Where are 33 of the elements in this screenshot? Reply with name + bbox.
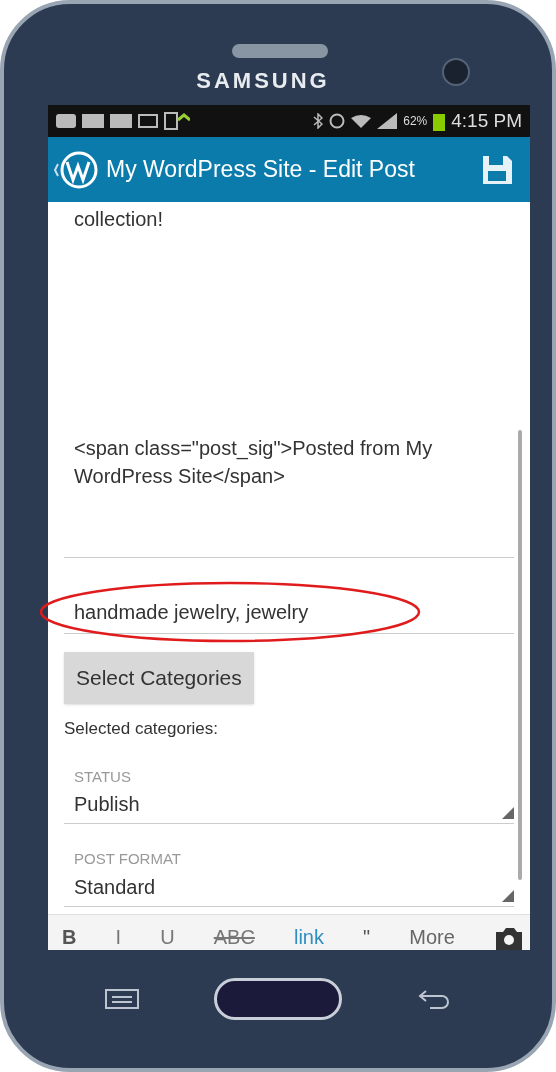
wordpress-logo-icon[interactable] <box>54 149 98 190</box>
format-button[interactable]: I <box>115 924 122 950</box>
signal-icon <box>377 113 398 129</box>
format-button[interactable]: " <box>363 924 371 950</box>
format-button[interactable]: U <box>160 924 175 950</box>
brand-logo: SAMSUNG <box>196 67 330 95</box>
post-body-text: <span class="post_sig">Posted from My WordPress Site</span> <box>73 436 434 489</box>
status-time: 4:15 PM <box>451 108 522 133</box>
app-bar-title: My WordPress Site - Edit Post <box>106 155 416 185</box>
select-dropdown[interactable]: Publish <box>64 788 514 824</box>
post-body-text: collection! <box>73 207 164 232</box>
camera-icon[interactable] <box>493 926 524 950</box>
dropdown-corner-icon <box>502 889 514 902</box>
battery-icon <box>433 111 446 131</box>
camera-lens <box>442 58 470 86</box>
select-label: POST FORMAT <box>74 849 182 869</box>
bluetooth-icon <box>313 113 324 129</box>
format-button[interactable]: B <box>62 924 77 950</box>
battery-percent: 62% <box>403 113 428 130</box>
format-button[interactable]: More <box>409 924 455 950</box>
select-label: STATUS <box>74 766 132 787</box>
selected-categories-label: Selected categories: <box>64 718 220 740</box>
select-dropdown[interactable]: Standard <box>64 870 514 907</box>
format-button[interactable]: ABC <box>213 924 255 950</box>
back-key-icon[interactable] <box>416 987 452 1011</box>
phone-upload-icon <box>164 112 190 130</box>
wifi-icon <box>351 114 372 128</box>
select-categories-button[interactable]: Select Categories <box>64 652 254 704</box>
dropdown-corner-icon <box>502 807 514 819</box>
menu-key-icon[interactable] <box>104 987 140 1011</box>
home-button[interactable] <box>214 978 342 1020</box>
alarm-icon <box>329 113 346 129</box>
tags-field[interactable]: handmade jewelry, jewelry <box>64 588 514 634</box>
